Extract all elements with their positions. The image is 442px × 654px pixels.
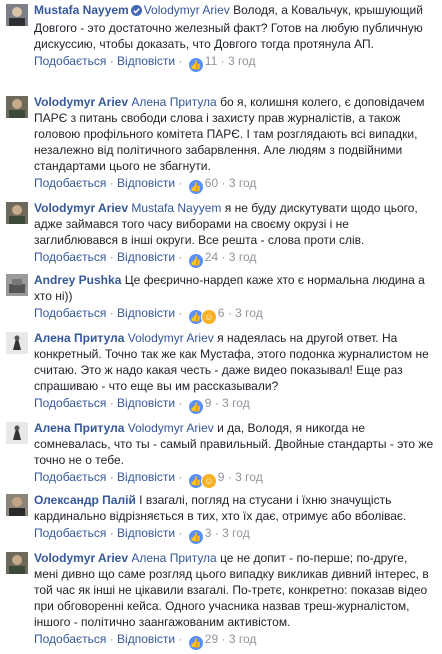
like-link[interactable]: Подобається: [34, 176, 106, 190]
like-reaction-icon: 👍: [187, 399, 204, 415]
comment-author[interactable]: Олександр Палій: [34, 493, 136, 507]
avatar[interactable]: [6, 96, 28, 118]
comment-author[interactable]: Volodymyr Ariev: [34, 95, 128, 109]
comment-mention[interactable]: Алена Притула: [131, 551, 216, 565]
reaction-count: 11: [204, 54, 218, 68]
avatar[interactable]: [6, 4, 28, 26]
comment-author[interactable]: Mustafa Nayyem: [34, 3, 129, 17]
reactions[interactable]: 👍: [187, 528, 204, 545]
reactions[interactable]: 👍: [187, 252, 204, 269]
reaction-count: 3: [204, 526, 212, 540]
reply-link[interactable]: Відповісти: [117, 250, 175, 264]
comment-actions: Подобається · Відповісти · 👍 3 · 3 год: [34, 525, 434, 545]
comment-author[interactable]: Volodymyr Ariev: [34, 201, 128, 215]
comment-time[interactable]: 3 год: [229, 176, 257, 190]
comment-actions: Подобається · Відповісти · 👍 9 · 3 год: [34, 395, 434, 415]
reaction-count: 29: [204, 632, 219, 646]
reactions[interactable]: 👍: [187, 178, 204, 195]
reactions[interactable]: 👍: [187, 398, 204, 415]
comment: Алена Притула Volodymyr Ariev и да, Воло…: [0, 420, 442, 489]
comment-mention[interactable]: Volodymyr Ariev: [128, 421, 214, 435]
reactions[interactable]: 👍 ☺: [187, 308, 217, 325]
comment-author[interactable]: Volodymyr Ariev: [34, 551, 128, 565]
comment-author[interactable]: Алена Притула: [34, 331, 124, 345]
avatar[interactable]: [6, 494, 28, 516]
comment-actions: Подобається · Відповісти · 👍 29 · 3 год: [34, 631, 434, 651]
reply-link[interactable]: Відповісти: [117, 470, 175, 484]
like-reaction-icon: 👍: [187, 57, 204, 73]
like-link[interactable]: Подобається: [34, 632, 106, 646]
reaction-count: 9: [217, 470, 225, 484]
comment-time[interactable]: 3 год: [222, 526, 250, 540]
reply-link[interactable]: Відповісти: [117, 54, 175, 68]
comment: Алена Притула Volodymyr Ariev я надеялас…: [0, 330, 442, 415]
comment-actions: Подобається · Відповісти · 👍 11 · 3 год: [34, 53, 434, 73]
comment: Volodymyr Ariev Mustafa Nayyem я не буду…: [0, 200, 442, 269]
like-link[interactable]: Подобається: [34, 470, 106, 484]
reply-link[interactable]: Відповісти: [117, 176, 175, 190]
reaction-count: 24: [204, 250, 219, 264]
comment: Mustafa Nayyem Volodymyr Ariev Володя, а …: [0, 2, 442, 73]
reply-link[interactable]: Відповісти: [117, 526, 175, 540]
comment-mention[interactable]: Volodymyr Ariev: [128, 331, 214, 345]
reactions[interactable]: 👍: [187, 634, 204, 651]
comment-actions: Подобається · Відповісти · 👍 ☺ 6 · 3 год: [34, 305, 434, 325]
like-link[interactable]: Подобається: [34, 396, 106, 410]
comment-time[interactable]: 3 год: [228, 54, 256, 68]
comment-time[interactable]: 3 год: [229, 250, 257, 264]
comment-actions: Подобається · Відповісти · 👍 60 · 3 год: [34, 175, 434, 195]
reaction-count: 9: [204, 396, 212, 410]
reply-link[interactable]: Відповісти: [117, 306, 175, 320]
like-reaction-icon: 👍: [187, 253, 204, 269]
like-reaction-icon: 👍: [187, 179, 204, 195]
comment: Олександр Палій І взагалі, погляд на сту…: [0, 492, 442, 545]
comment-author[interactable]: Andrey Pushka: [34, 273, 121, 287]
comment-time[interactable]: 3 год: [222, 396, 250, 410]
comment-time[interactable]: 3 год: [235, 306, 263, 320]
reaction-count: 6: [217, 306, 225, 320]
verified-badge-icon: [130, 4, 142, 20]
like-link[interactable]: Подобається: [34, 250, 106, 264]
avatar[interactable]: [6, 422, 28, 444]
comment-mention[interactable]: Mustafa Nayyem: [131, 201, 221, 215]
comment: Volodymyr Ariev Алена Притула це не допи…: [0, 550, 442, 651]
reply-link[interactable]: Відповісти: [117, 396, 175, 410]
like-link[interactable]: Подобається: [34, 54, 106, 68]
comment-author[interactable]: Алена Притула: [34, 421, 124, 435]
haha-reaction-icon: ☺: [200, 309, 217, 325]
reactions[interactable]: 👍 ☺: [187, 472, 217, 489]
haha-reaction-icon: ☺: [200, 473, 217, 489]
reply-link[interactable]: Відповісти: [117, 632, 175, 646]
comment-actions: Подобається · Відповісти · 👍 ☺ 9 · 3 год: [34, 469, 434, 489]
reactions[interactable]: 👍: [187, 56, 204, 73]
comment-mention[interactable]: Алена Притула: [131, 95, 216, 109]
avatar[interactable]: [6, 274, 28, 296]
comment-mention[interactable]: Volodymyr Ariev: [144, 3, 230, 17]
like-link[interactable]: Подобається: [34, 526, 106, 540]
comment: Volodymyr Ariev Алена Притула бо я, коли…: [0, 94, 442, 195]
avatar[interactable]: [6, 202, 28, 224]
like-reaction-icon: 👍: [187, 635, 204, 651]
comment-actions: Подобається · Відповісти · 👍 24 · 3 год: [34, 249, 434, 269]
comment-time[interactable]: 3 год: [229, 632, 257, 646]
avatar[interactable]: [6, 552, 28, 574]
comment-time[interactable]: 3 год: [235, 470, 263, 484]
reaction-count: 60: [204, 176, 219, 190]
like-reaction-icon: 👍: [187, 529, 204, 545]
like-link[interactable]: Подобається: [34, 306, 106, 320]
avatar[interactable]: [6, 332, 28, 354]
comment: Andrey Pushka Це феєрично-нардеп каже хт…: [0, 272, 442, 325]
